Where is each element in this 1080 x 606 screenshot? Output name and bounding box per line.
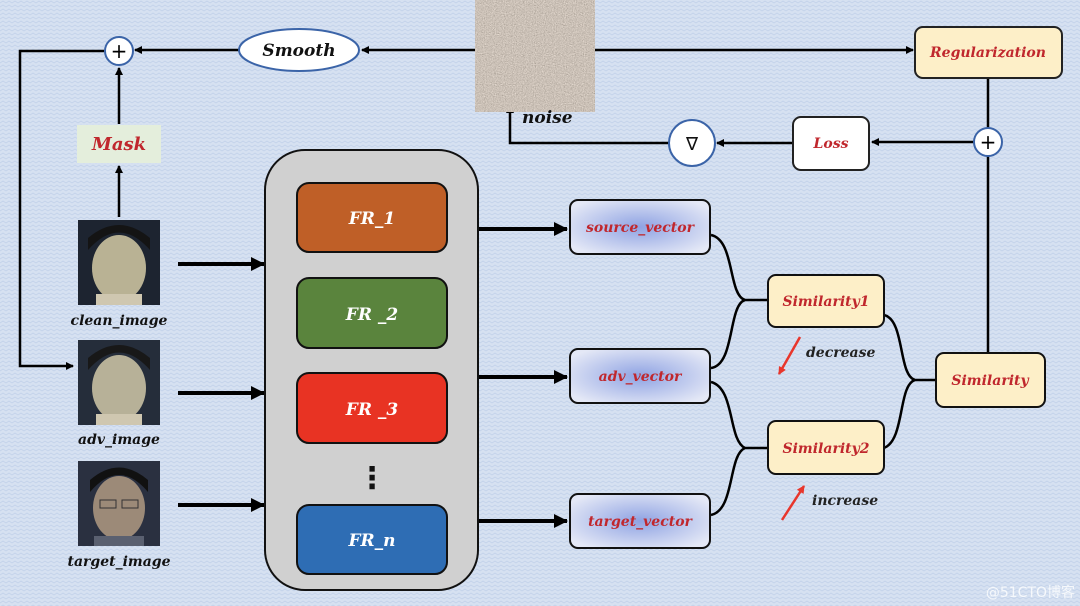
regularization-node: Regularization bbox=[914, 26, 1063, 79]
loss-label: Loss bbox=[813, 136, 849, 152]
source-vector-node: source_vector bbox=[569, 199, 711, 255]
noise-label: noise bbox=[522, 108, 573, 128]
similarity2-label: Similarity2 bbox=[783, 441, 870, 457]
ellipsis-icon: ⋮ bbox=[357, 461, 387, 496]
adv-vector-label: adv_vector bbox=[599, 369, 683, 385]
noise-image bbox=[485, 2, 585, 102]
adv-image bbox=[78, 340, 160, 425]
loss-node: Loss bbox=[792, 116, 870, 171]
fr1-label: FR_1 bbox=[348, 209, 396, 229]
target-image bbox=[78, 461, 160, 546]
plus-icon: + bbox=[111, 39, 128, 63]
frn-node: FR_n bbox=[296, 504, 448, 575]
target-vector-node: target_vector bbox=[569, 493, 711, 549]
fr2-node: FR _2 bbox=[296, 277, 448, 349]
nabla-icon: ∇ bbox=[685, 134, 699, 155]
plus-icon: + bbox=[980, 130, 997, 154]
watermark: @51CTO博客 bbox=[986, 584, 1075, 601]
fr1-node: FR_1 bbox=[296, 182, 448, 253]
fr2-label: FR _2 bbox=[345, 305, 399, 325]
decrease-label: decrease bbox=[806, 345, 875, 361]
similarity1-label: Similarity1 bbox=[783, 294, 870, 310]
fr3-node: FR _3 bbox=[296, 372, 448, 444]
similarity-node: Similarity bbox=[935, 352, 1046, 408]
smooth-node: Smooth bbox=[238, 28, 360, 72]
gradient-node: ∇ bbox=[668, 119, 716, 167]
smooth-label: Smooth bbox=[262, 41, 335, 61]
target-vector-label: target_vector bbox=[588, 514, 693, 530]
source-vector-label: source_vector bbox=[586, 220, 696, 236]
regularization-label: Regularization bbox=[929, 45, 1046, 61]
fr3-label: FR _3 bbox=[345, 400, 399, 420]
diagram-canvas: + Smooth noise Regularization ∇ Loss + M… bbox=[0, 0, 1080, 606]
similarity-label: Similarity bbox=[951, 373, 1029, 389]
plus-node-top: + bbox=[104, 36, 134, 66]
mask-node: Mask bbox=[77, 125, 161, 163]
increase-label: increase bbox=[812, 493, 878, 509]
clean-image bbox=[78, 220, 160, 305]
adv-image-label: adv_image bbox=[78, 432, 160, 448]
frn-label: FR_n bbox=[347, 531, 395, 551]
clean-image-label: clean_image bbox=[71, 313, 168, 329]
similarity2-node: Similarity2 bbox=[767, 420, 885, 475]
mask-label: Mask bbox=[91, 134, 146, 155]
plus-node-right: + bbox=[973, 127, 1003, 157]
similarity1-node: Similarity1 bbox=[767, 274, 885, 328]
target-image-label: target_image bbox=[68, 554, 171, 570]
adv-vector-node: adv_vector bbox=[569, 348, 711, 404]
